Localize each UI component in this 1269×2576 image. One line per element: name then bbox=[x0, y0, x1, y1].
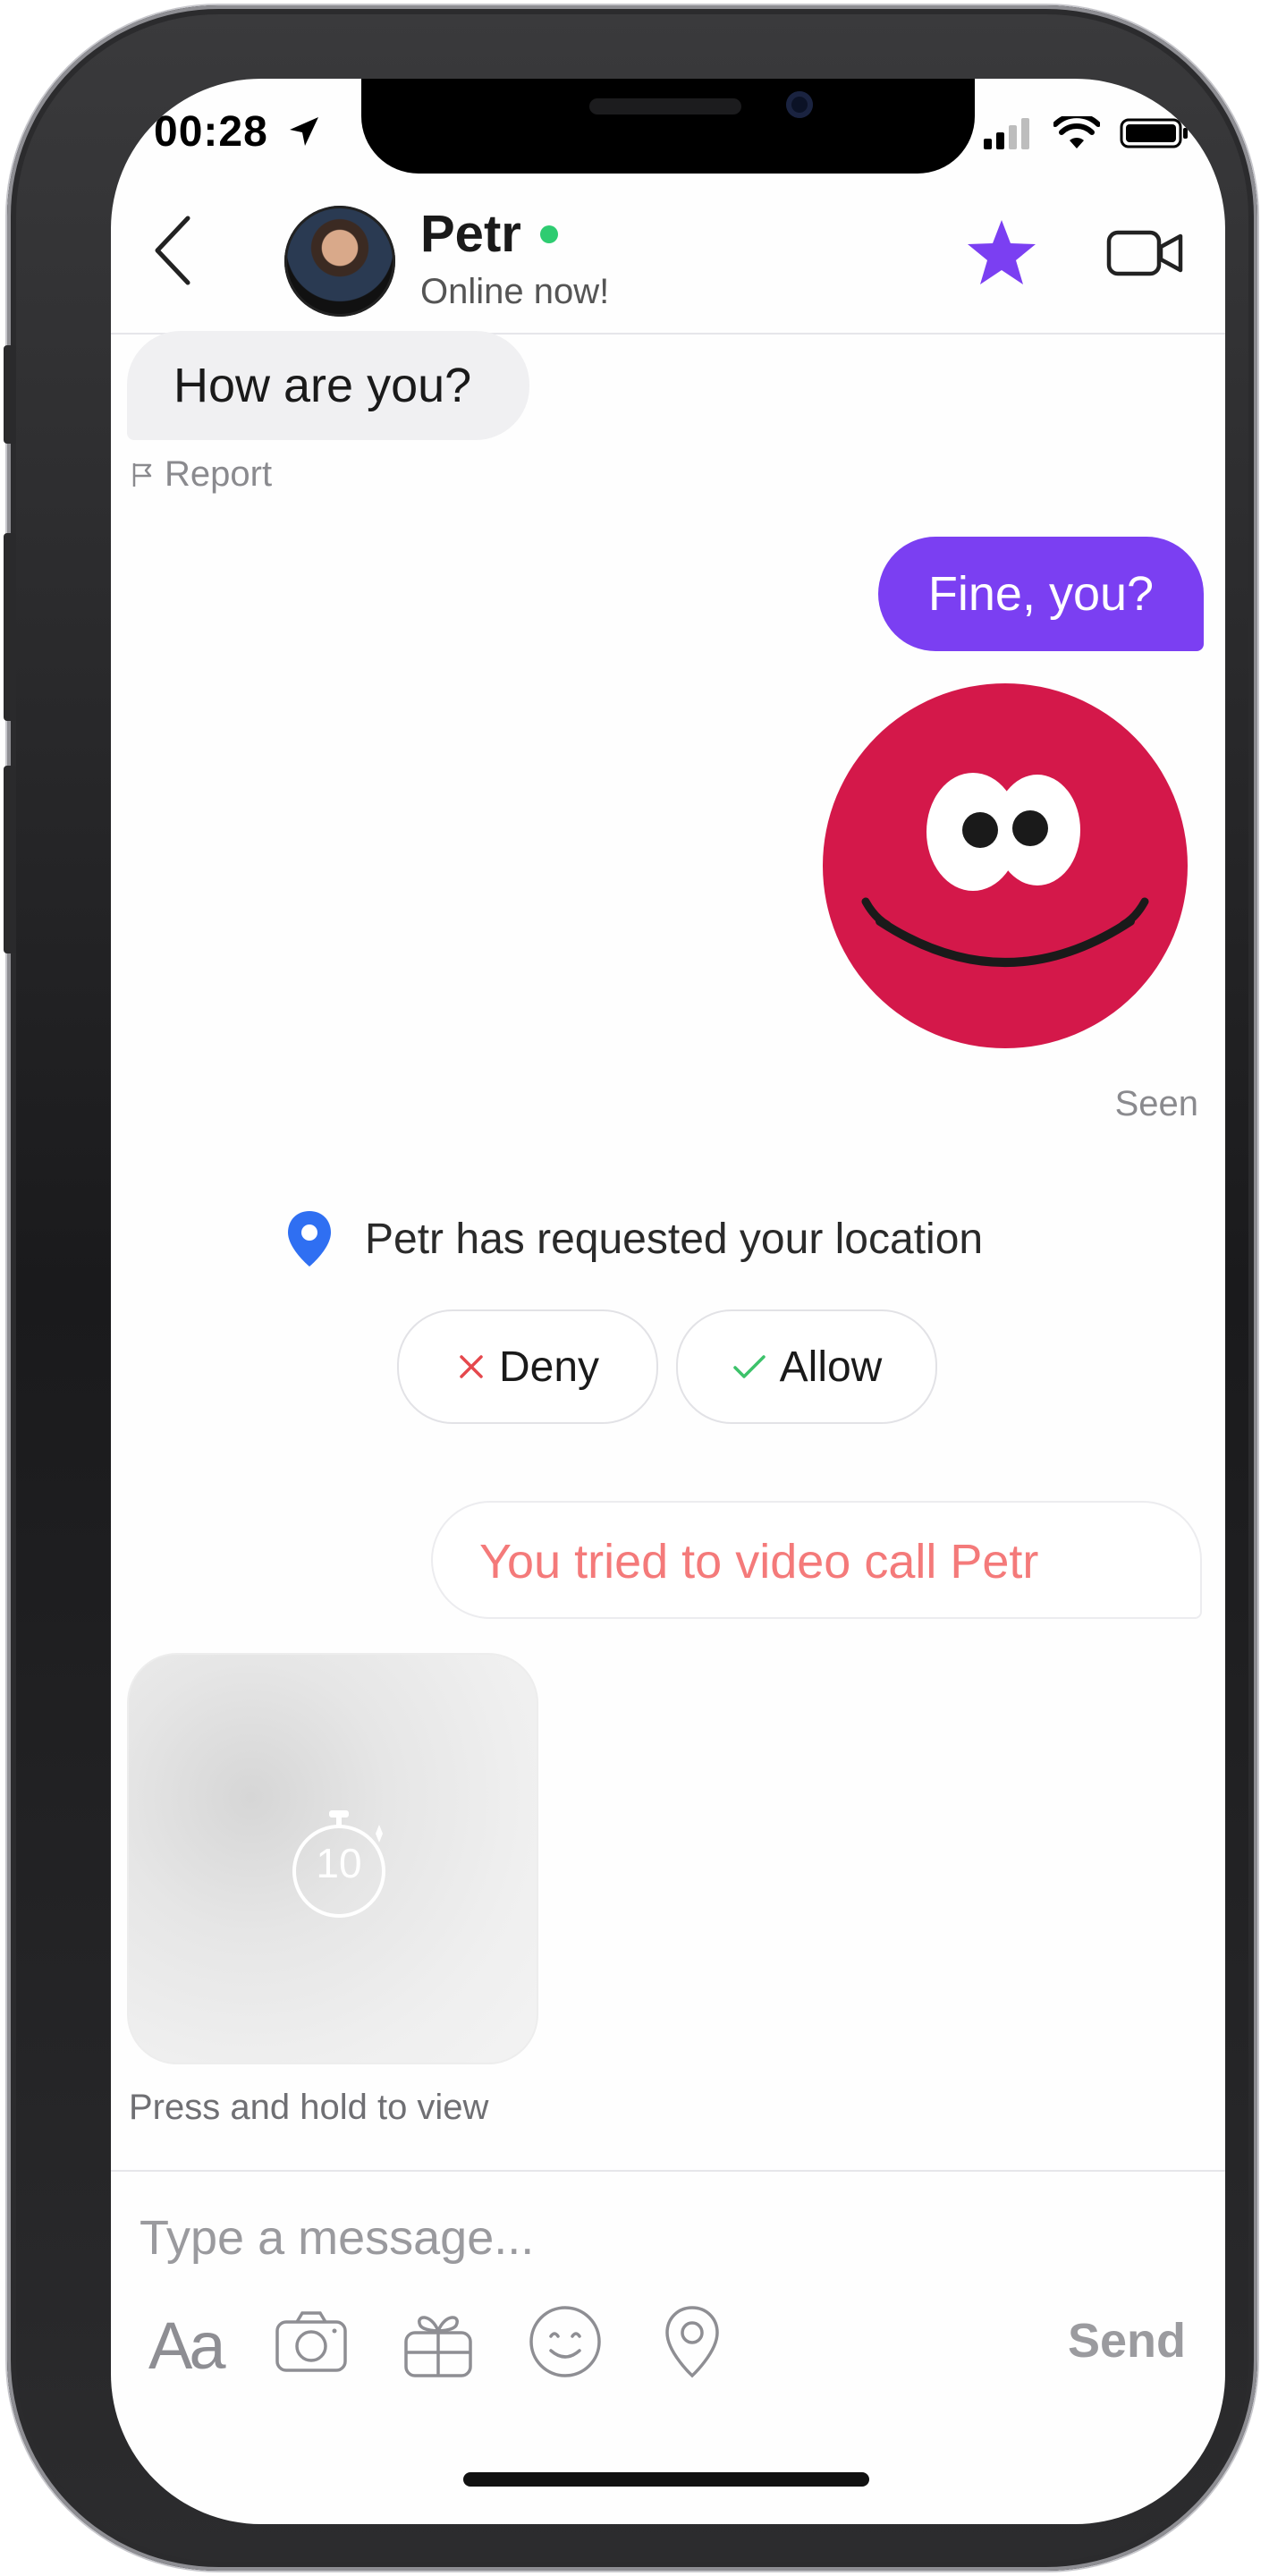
battery-icon bbox=[1120, 118, 1188, 148]
status-time: 00:28 bbox=[154, 107, 322, 157]
send-button[interactable]: Send bbox=[1068, 2313, 1186, 2368]
online-indicator bbox=[540, 225, 558, 243]
seen-receipt: Seen bbox=[1114, 1084, 1198, 1123]
chat-header: Petr Online now! bbox=[111, 179, 1225, 335]
smiley-face-icon bbox=[823, 683, 1188, 1048]
mute-switch bbox=[4, 345, 16, 444]
location-pin-icon bbox=[665, 2306, 719, 2378]
location-pin-icon bbox=[288, 1211, 331, 1267]
allow-location-button[interactable]: Allow bbox=[676, 1309, 937, 1424]
timer-seconds: 10 bbox=[316, 1840, 362, 1886]
deny-location-button[interactable]: Deny bbox=[397, 1309, 658, 1424]
video-call-button[interactable] bbox=[1105, 222, 1186, 284]
report-label: Report bbox=[165, 454, 273, 494]
phone-frame: 00:28 Petr Online now! How are you? Repo… bbox=[4, 5, 1257, 2571]
camera-icon bbox=[275, 2311, 347, 2372]
text-style-button[interactable]: Aa bbox=[148, 2308, 225, 2384]
close-icon bbox=[460, 1355, 483, 1378]
gift-icon bbox=[404, 2316, 472, 2377]
emoji-icon bbox=[529, 2306, 601, 2377]
emoji-button[interactable] bbox=[526, 2302, 605, 2381]
flag-icon bbox=[132, 462, 152, 487]
allow-label: Allow bbox=[779, 1343, 883, 1391]
smiley-sticker[interactable] bbox=[821, 682, 1189, 1050]
notch bbox=[361, 79, 975, 174]
contact-avatar[interactable] bbox=[284, 206, 395, 317]
status-time-text: 00:28 bbox=[154, 108, 268, 156]
gift-button[interactable] bbox=[399, 2302, 478, 2381]
timed-media-hint: Press and hold to view bbox=[129, 2088, 489, 2127]
chevron-left-icon bbox=[155, 216, 190, 285]
volume-up-button bbox=[4, 533, 16, 721]
video-camera-icon bbox=[1106, 230, 1183, 276]
front-camera bbox=[786, 91, 813, 118]
message-input[interactable] bbox=[138, 2206, 1036, 2270]
status-indicators bbox=[982, 116, 1189, 150]
contact-name[interactable]: Petr bbox=[420, 204, 521, 264]
report-link[interactable]: Report bbox=[131, 454, 272, 495]
home-indicator[interactable] bbox=[463, 2472, 869, 2487]
location-request-text: Petr has requested your location bbox=[365, 1215, 984, 1263]
favorite-button[interactable] bbox=[964, 215, 1039, 290]
back-button[interactable] bbox=[143, 206, 206, 295]
missed-video-call-notice[interactable]: You tried to video call Petr bbox=[431, 1501, 1202, 1619]
deny-label: Deny bbox=[498, 1343, 600, 1391]
cellular-signal-icon bbox=[984, 118, 1029, 149]
location-arrow-icon bbox=[290, 117, 319, 146]
incoming-message-bubble[interactable]: How are you? bbox=[127, 331, 529, 440]
earpiece-speaker bbox=[589, 98, 741, 114]
camera-button[interactable] bbox=[272, 2302, 351, 2381]
wifi-icon bbox=[1053, 116, 1100, 148]
location-request: Petr has requested your location bbox=[286, 1209, 983, 1268]
star-icon bbox=[968, 220, 1036, 284]
text-style-icon: Aa bbox=[148, 2309, 225, 2383]
share-location-button[interactable] bbox=[653, 2302, 732, 2381]
app-screen: 00:28 Petr Online now! How are you? Repo… bbox=[111, 79, 1225, 2524]
checkmark-icon bbox=[732, 1355, 766, 1378]
composer-divider bbox=[111, 2170, 1225, 2172]
volume-down-button bbox=[4, 766, 16, 953]
outgoing-message-bubble[interactable]: Fine, you? bbox=[878, 537, 1204, 651]
timed-media-message[interactable]: 10 bbox=[127, 1653, 538, 2064]
contact-status: Online now! bbox=[420, 272, 610, 311]
